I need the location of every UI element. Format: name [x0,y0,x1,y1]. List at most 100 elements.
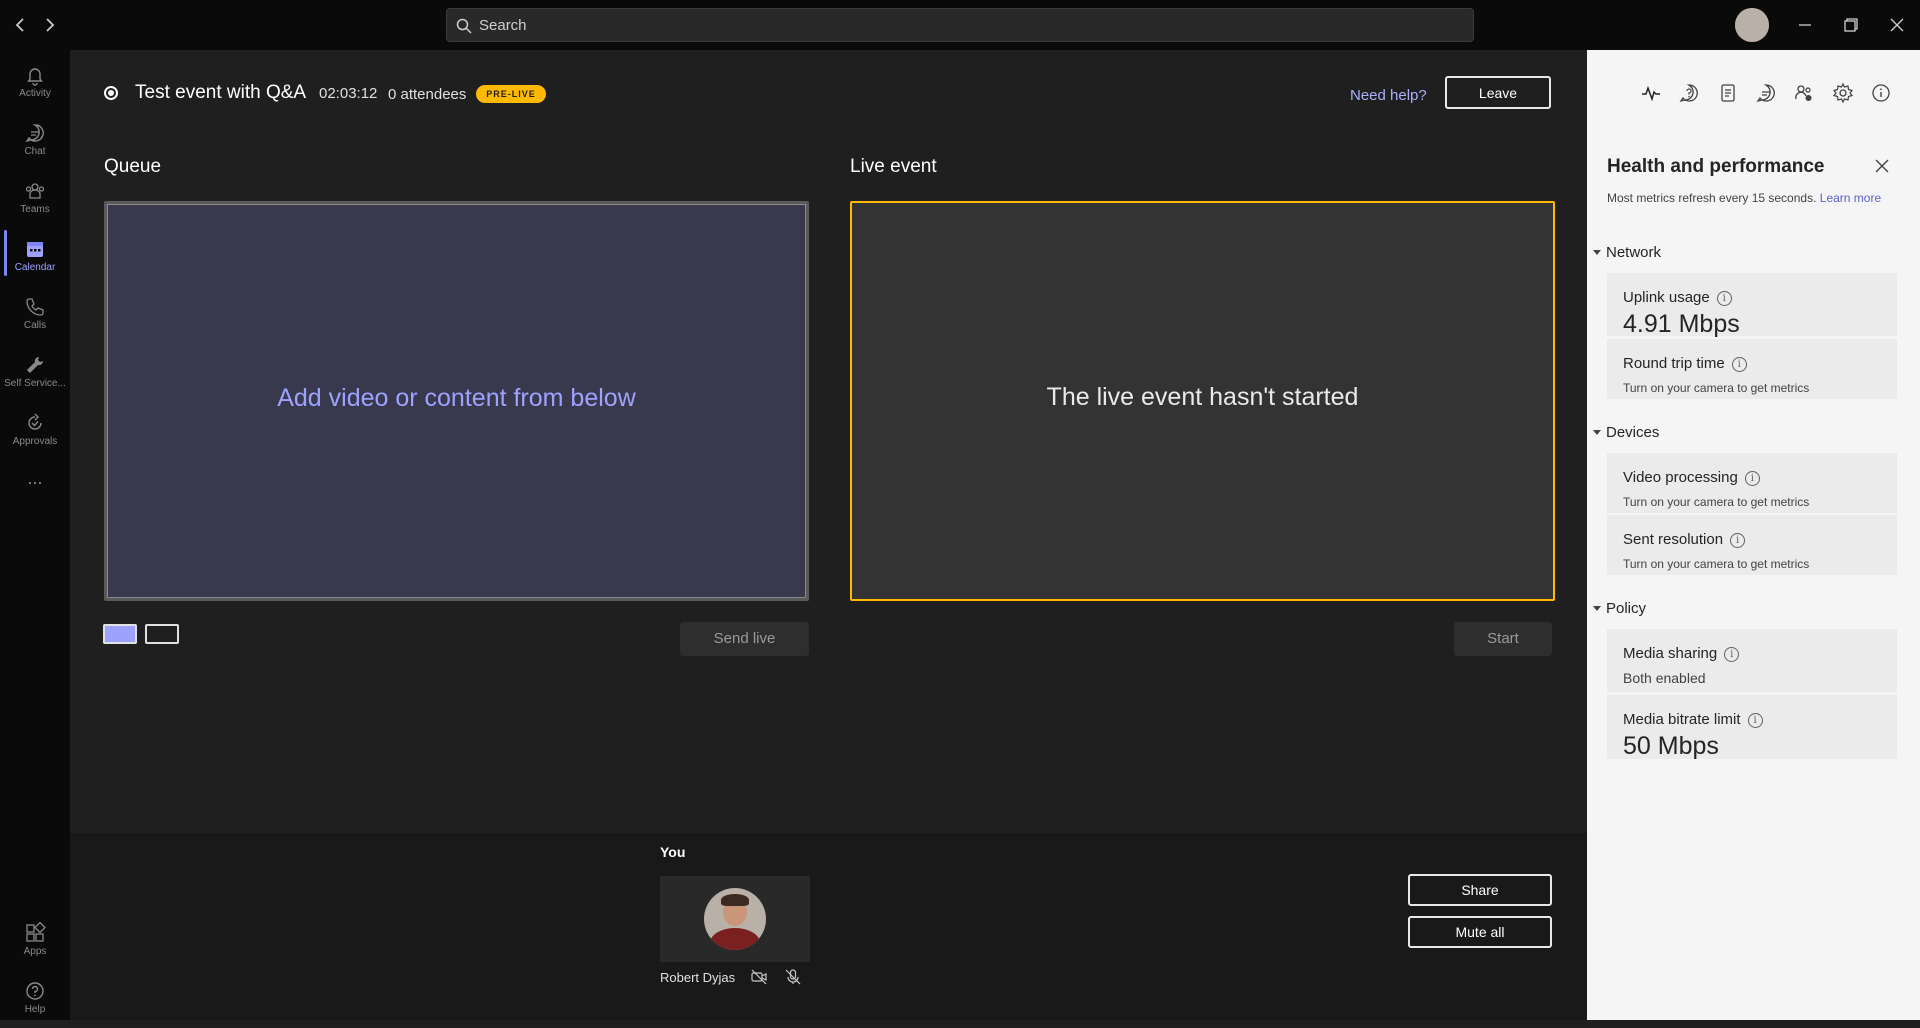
learn-more-link[interactable]: Learn more [1820,191,1881,205]
queue-message: Add video or content from below [277,384,636,412]
section-policy[interactable]: Policy [1593,600,1646,617]
metric-media-bitrate-limit: Media bitrate limit i 50 Mbps [1607,695,1897,760]
minimize-icon[interactable] [1792,12,1818,38]
chat-icon [25,124,44,143]
section-devices[interactable]: Devices [1593,424,1659,441]
side-by-side-layout-button[interactable] [145,624,179,644]
metric-round-trip-time: Round trip time i Turn on your camera to … [1607,339,1897,399]
metric-value: 50 Mbps [1623,732,1719,760]
rail-item-calls[interactable]: Calls [0,288,70,344]
metric-media-sharing: Media sharing i Both enabled [1607,629,1897,692]
panel-subtitle: Most metrics refresh every 15 seconds. L… [1607,191,1882,205]
info-icon[interactable]: i [1716,291,1732,306]
info-icon[interactable] [1870,82,1892,104]
metric-value: 4.91 Mbps [1623,310,1740,338]
chat-icon[interactable] [1755,82,1777,104]
metric-value: Turn on your camera to get metrics [1623,495,1810,509]
live-event-title: Live event [850,156,937,177]
rail-item-calendar[interactable]: Calendar [0,230,70,286]
search-icon [456,18,472,34]
rail-item-chat[interactable]: Chat [0,114,70,170]
close-icon[interactable] [1872,156,1892,176]
back-arrow-icon[interactable] [8,13,32,37]
leave-button[interactable]: Leave [1445,76,1551,109]
search-input[interactable]: Search [446,8,1474,42]
gear-icon[interactable] [1832,82,1854,104]
health-panel: Health and performance Most metrics refr… [1587,50,1920,1020]
wrench-icon [27,356,44,373]
rail-item-activity[interactable]: Activity [0,56,70,112]
metric-sent-resolution: Sent resolution i Turn on your camera to … [1607,515,1897,575]
recording-icon [104,86,118,100]
info-icon[interactable]: i [1730,533,1746,548]
info-icon[interactable]: i [1724,647,1740,662]
caret-down-icon [1593,249,1601,255]
rail-item-teams[interactable]: Teams [0,172,70,228]
forward-arrow-icon[interactable] [38,13,62,37]
approvals-icon [28,413,42,430]
single-layout-button[interactable] [103,624,137,644]
rail-item-approvals[interactable]: Approvals [0,404,70,460]
send-live-button[interactable]: Send live [680,622,809,656]
live-event-stage: The live event hasn't started [850,201,1555,601]
rail-label: Approvals [12,436,58,447]
participant-tile[interactable] [660,876,810,962]
event-title: Test event with Q&A [135,82,307,103]
more-apps-icon[interactable]: ... [0,468,70,492]
info-icon[interactable]: i [1744,471,1760,486]
qa-icon[interactable] [1678,82,1700,104]
queue-title: Queue [104,156,162,177]
rail-label: Help [24,1004,46,1015]
info-icon[interactable]: i [1731,357,1747,372]
teams-icon [25,183,45,199]
participant-name: Robert Dyjas [660,970,736,985]
caret-down-icon [1593,429,1601,435]
mute-all-button[interactable]: Mute all [1408,916,1552,948]
rail-label: Calendar [14,262,56,273]
metric-video-processing: Video processing i Turn on your camera to… [1607,453,1897,513]
presence-busy-icon [1735,8,1769,42]
rail-item-apps[interactable]: Apps [0,914,70,970]
health-pulse-icon[interactable] [1640,82,1662,104]
rail-label: Teams [20,204,50,215]
info-icon[interactable]: i [1747,713,1763,728]
phone-icon [26,298,44,316]
metric-value: Turn on your camera to get metrics [1623,557,1810,571]
status-badge: PRE-LIVE [476,85,546,103]
participant-bar [70,833,1587,1020]
you-label: You [660,844,686,860]
attendee-count: 0 attendees [388,86,467,103]
close-window-icon[interactable] [1884,12,1910,38]
need-help-link[interactable]: Need help? [1350,87,1427,104]
title-bar: Search [0,0,1920,50]
calendar-icon [27,242,43,257]
notes-icon[interactable] [1717,82,1739,104]
rail-label: Calls [23,320,47,331]
queue-stage[interactable]: Add video or content from below [104,201,809,601]
caret-down-icon [1593,605,1601,611]
mic-off-icon[interactable] [784,968,802,986]
camera-off-icon[interactable] [750,968,768,986]
rail-label: Chat [24,146,46,157]
metric-uplink-usage: Uplink usage i 4.91 Mbps [1607,273,1897,338]
live-event-message: The live event hasn't started [1046,383,1359,411]
restore-icon[interactable] [1838,12,1864,38]
rail-label: Apps [23,946,47,957]
search-placeholder: Search [479,17,527,34]
rail-label: Self Service... [4,378,66,389]
people-settings-icon[interactable] [1793,82,1815,104]
help-icon [26,982,44,1000]
apps-icon [26,922,46,942]
rail-item-self-service[interactable]: Self Service... [0,346,70,402]
share-button[interactable]: Share [1408,874,1552,906]
event-timer: 02:03:12 [319,85,378,102]
panel-title: Health and performance [1607,156,1825,177]
bell-icon [27,68,43,86]
avatar [704,888,766,950]
start-button[interactable]: Start [1454,622,1552,656]
app-rail: Activity Chat Teams Calendar Calls Self … [0,50,70,1020]
metric-value: Turn on your camera to get metrics [1623,381,1810,395]
section-network[interactable]: Network [1593,244,1661,261]
metric-value: Both enabled [1623,670,1706,686]
rail-label: Activity [19,88,51,99]
